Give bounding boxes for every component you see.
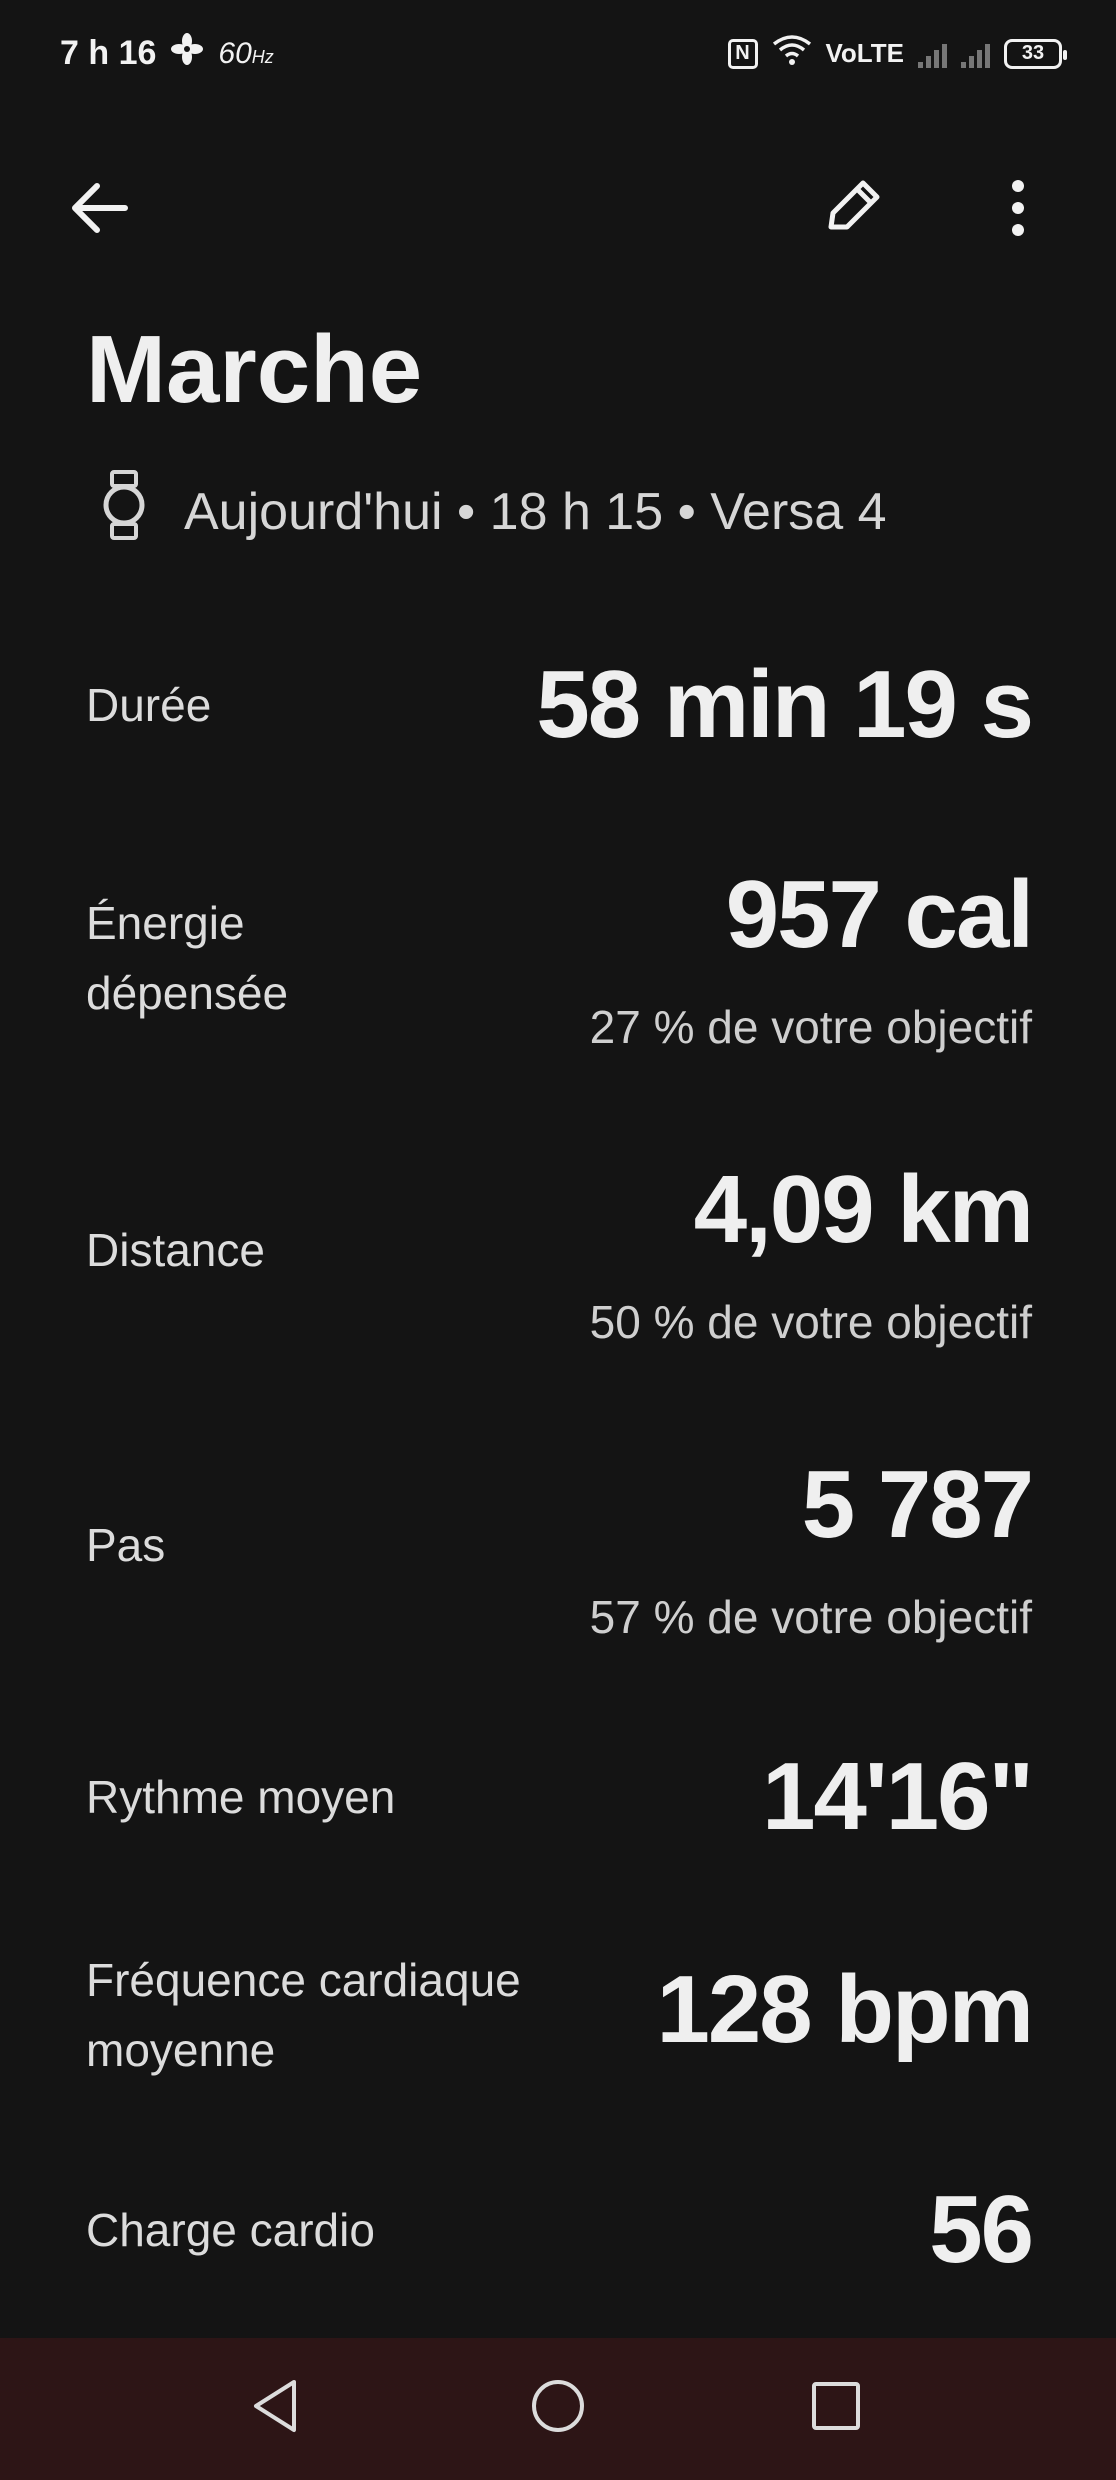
battery-icon: 33 bbox=[1004, 38, 1067, 69]
pencil-icon bbox=[819, 175, 885, 246]
back-button[interactable] bbox=[58, 170, 138, 250]
metric-label-cardio-load: Charge cardio bbox=[86, 2204, 375, 2256]
status-right: N VoLTE 33 bbox=[727, 34, 1067, 73]
nav-back-button[interactable] bbox=[236, 2368, 316, 2448]
arrow-left-icon bbox=[67, 180, 129, 241]
wifi-icon bbox=[772, 34, 812, 73]
metric-goal-distance: 50 % de votre objectif bbox=[589, 1296, 1032, 1348]
status-time: 7 h 16 bbox=[60, 34, 157, 72]
nav-home-button[interactable] bbox=[518, 2368, 598, 2448]
edit-button[interactable] bbox=[812, 170, 892, 250]
circle-home-icon bbox=[529, 2377, 587, 2440]
metric-goal-energy: 27 % de votre objectif bbox=[589, 1001, 1032, 1053]
nav-recents-button[interactable] bbox=[796, 2368, 876, 2448]
metric-label-steps: Pas bbox=[86, 1519, 166, 1571]
square-recents-icon bbox=[810, 2380, 862, 2437]
watch-icon bbox=[100, 470, 148, 553]
status-left: 7 h 16 60Hz bbox=[60, 32, 274, 75]
metric-label-heart-rate: Fréquence cardiaque moyenne bbox=[86, 1954, 521, 2076]
page-title: Marche bbox=[86, 316, 423, 423]
signal-icon-2 bbox=[961, 40, 990, 68]
signal-icon bbox=[918, 40, 947, 68]
metric-value-heart-rate: 128 bpm bbox=[656, 1956, 1034, 2063]
metric-value-duration: 58 min 19 s bbox=[536, 651, 1034, 758]
metric-value-cardio-load: 56 bbox=[929, 2176, 1034, 2283]
metric-value-distance: 4,09 km bbox=[693, 1156, 1034, 1263]
metric-value-energy: 957 cal bbox=[725, 861, 1034, 968]
subtitle-text: Aujourd'hui • 18 h 15 • Versa 4 bbox=[184, 482, 887, 541]
more-options-button[interactable] bbox=[978, 170, 1058, 250]
nfc-icon: N bbox=[727, 38, 758, 69]
metric-label-duration: Durée bbox=[86, 679, 212, 731]
metric-value-pace: 14'16" bbox=[762, 1743, 1034, 1850]
metric-label-distance: Distance bbox=[86, 1224, 265, 1276]
volte-label: VoLTE bbox=[825, 38, 904, 68]
metric-value-steps: 5 787 bbox=[801, 1451, 1034, 1558]
refresh-rate: 60Hz bbox=[218, 36, 274, 70]
system-nav-bar bbox=[0, 2338, 1116, 2480]
triangle-back-icon bbox=[250, 2378, 302, 2439]
fan-icon bbox=[170, 32, 204, 75]
status-bar: 7 h 16 60Hz N VoLTE 33 bbox=[0, 0, 1116, 110]
metric-label-energy: Énergie dépensée bbox=[86, 897, 289, 1019]
metric-label-pace: Rythme moyen bbox=[86, 1771, 396, 1823]
more-vert-icon bbox=[1008, 178, 1028, 243]
metric-goal-steps: 57 % de votre objectif bbox=[589, 1591, 1032, 1643]
activity-subtitle: Aujourd'hui • 18 h 15 • Versa 4 bbox=[100, 470, 887, 553]
